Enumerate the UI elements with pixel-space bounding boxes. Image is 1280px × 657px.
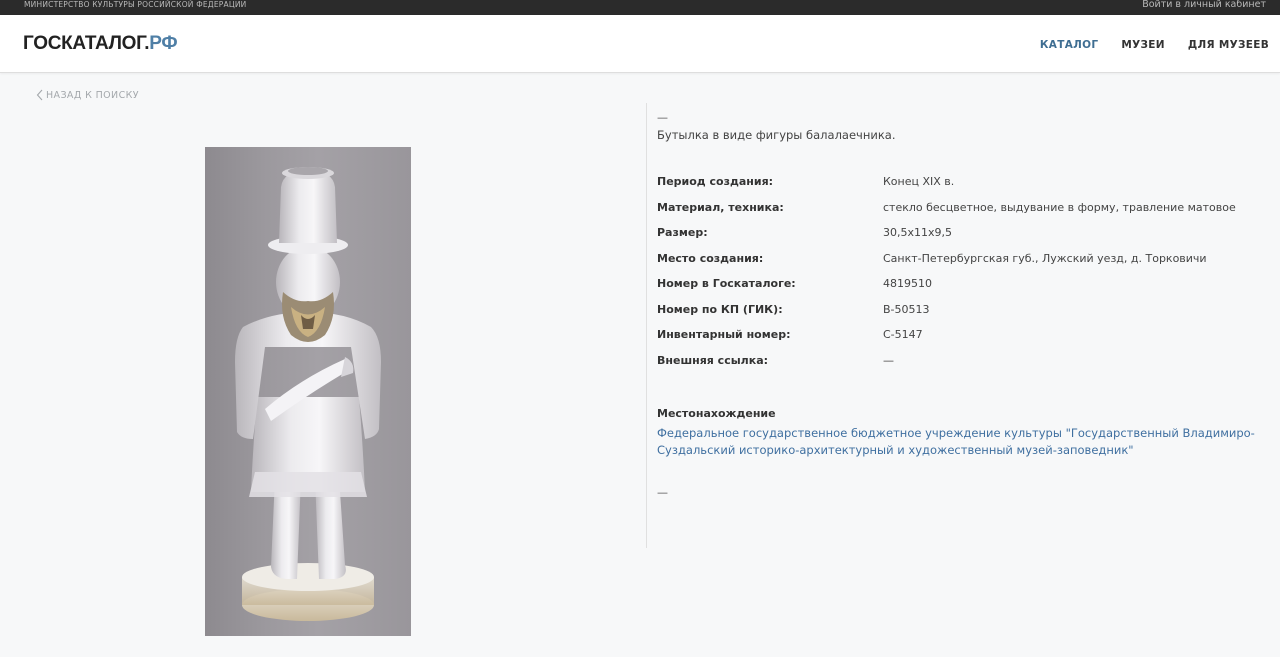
property-value: 30,5х11х9,5 [883, 226, 953, 239]
property-value: Конец XIX в. [883, 175, 955, 188]
property-label: Размер: [657, 226, 708, 239]
properties-list: Период создания: Конец XIX в. Материал, … [657, 175, 1280, 379]
column-divider [646, 103, 647, 548]
property-value: Санкт-Петербургская губ., Лужский уезд, … [883, 251, 1207, 265]
property-value: — [883, 353, 894, 367]
property-row: Номер по КП (ГИК): В-50513 [657, 303, 1280, 329]
property-row: Размер: 30,5х11х9,5 [657, 226, 1280, 252]
site-header: ГОСКАТАЛОГ.РФ КАТАЛОГ МУЗЕИ ДЛЯ МУЗЕЕВ [0, 15, 1280, 73]
main-nav: КАТАЛОГ МУЗЕИ ДЛЯ МУЗЕЕВ [1040, 39, 1269, 51]
property-value: С-5147 [883, 328, 923, 341]
ministry-label: МИНИСТЕРСТВО КУЛЬТУРЫ РОССИЙСКОЙ ФЕДЕРАЦ… [24, 0, 247, 9]
property-label: Номер по КП (ГИК): [657, 302, 783, 316]
item-title: Бутылка в виде фигуры балалаечника. [657, 128, 896, 142]
property-label: Инвентарный номер: [657, 328, 791, 341]
property-row: Внешняя ссылка: — [657, 354, 1280, 380]
nav-for-museums[interactable]: ДЛЯ МУЗЕЕВ [1188, 39, 1269, 51]
property-value: 4819510 [883, 277, 932, 290]
property-value: В-50513 [883, 302, 930, 316]
property-row: Инвентарный номер: С-5147 [657, 328, 1280, 354]
site-logo[interactable]: ГОСКАТАЛОГ.РФ [23, 33, 178, 55]
nav-museums[interactable]: МУЗЕИ [1121, 39, 1164, 51]
property-value: стекло бесцветное, выдувание в форму, тр… [883, 200, 1236, 214]
bottom-dash: — [657, 486, 668, 499]
property-row: Период создания: Конец XIX в. [657, 175, 1280, 201]
property-row: Место создания: Санкт-Петербургская губ.… [657, 252, 1280, 278]
property-label: Место создания: [657, 251, 764, 265]
chevron-left-icon [36, 89, 43, 101]
property-row: Материал, техника: стекло бесцветное, вы… [657, 201, 1280, 227]
top-dash: — [657, 111, 668, 124]
location-link[interactable]: Федеральное государственное бюджетное уч… [657, 425, 1280, 458]
back-to-search-link[interactable]: НАЗАД К ПОИСКУ [36, 89, 139, 101]
personal-cabinet-link[interactable]: Войти в личный кабинет [1142, 0, 1266, 10]
top-bar: МИНИСТЕРСТВО КУЛЬТУРЫ РОССИЙСКОЙ ФЕДЕРАЦ… [0, 0, 1280, 15]
logo-suffix-text: РФ [149, 33, 178, 54]
nav-catalog[interactable]: КАТАЛОГ [1040, 39, 1098, 51]
item-photo[interactable] [205, 147, 411, 636]
logo-main-text: ГОСКАТАЛОГ. [23, 33, 150, 54]
location-label: Местонахождение [657, 407, 776, 420]
glass-figure-image [235, 167, 381, 621]
property-row: Номер в Госкаталоге: 4819510 [657, 277, 1280, 303]
property-label: Материал, техника: [657, 200, 784, 214]
property-label: Период создания: [657, 175, 774, 188]
property-label: Внешняя ссылка: [657, 353, 769, 367]
back-link-label: НАЗАД К ПОИСКУ [46, 89, 139, 101]
property-label: Номер в Госкаталоге: [657, 277, 796, 290]
